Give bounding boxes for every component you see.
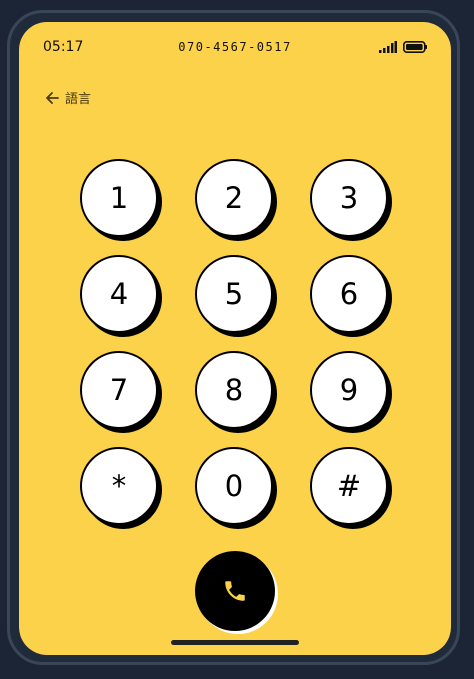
key-2[interactable]: 2	[195, 159, 273, 237]
key-9[interactable]: 9	[310, 351, 388, 429]
back-label: 語言	[65, 92, 92, 107]
key-8[interactable]: 8	[195, 351, 273, 429]
battery-icon	[403, 41, 427, 53]
key-1[interactable]: 1	[80, 159, 158, 237]
key-3[interactable]: 3	[310, 159, 388, 237]
home-indicator	[171, 640, 299, 645]
key-6[interactable]: 6	[310, 255, 388, 333]
key-4[interactable]: 4	[80, 255, 158, 333]
call-button[interactable]	[195, 551, 275, 631]
key-hash[interactable]: #	[310, 447, 388, 525]
key-7[interactable]: 7	[80, 351, 158, 429]
phone-screen: 05:17 070-4567-0517 語言 1 2 3 4 5 6 7 8 9…	[19, 22, 451, 655]
key-star[interactable]: *	[80, 447, 158, 525]
signal-icon	[379, 41, 397, 53]
arrow-left-icon	[46, 91, 59, 104]
phone-icon	[225, 581, 245, 601]
key-0[interactable]: 0	[195, 447, 273, 525]
key-5[interactable]: 5	[195, 255, 273, 333]
back-button[interactable]: 語言	[45, 88, 91, 107]
